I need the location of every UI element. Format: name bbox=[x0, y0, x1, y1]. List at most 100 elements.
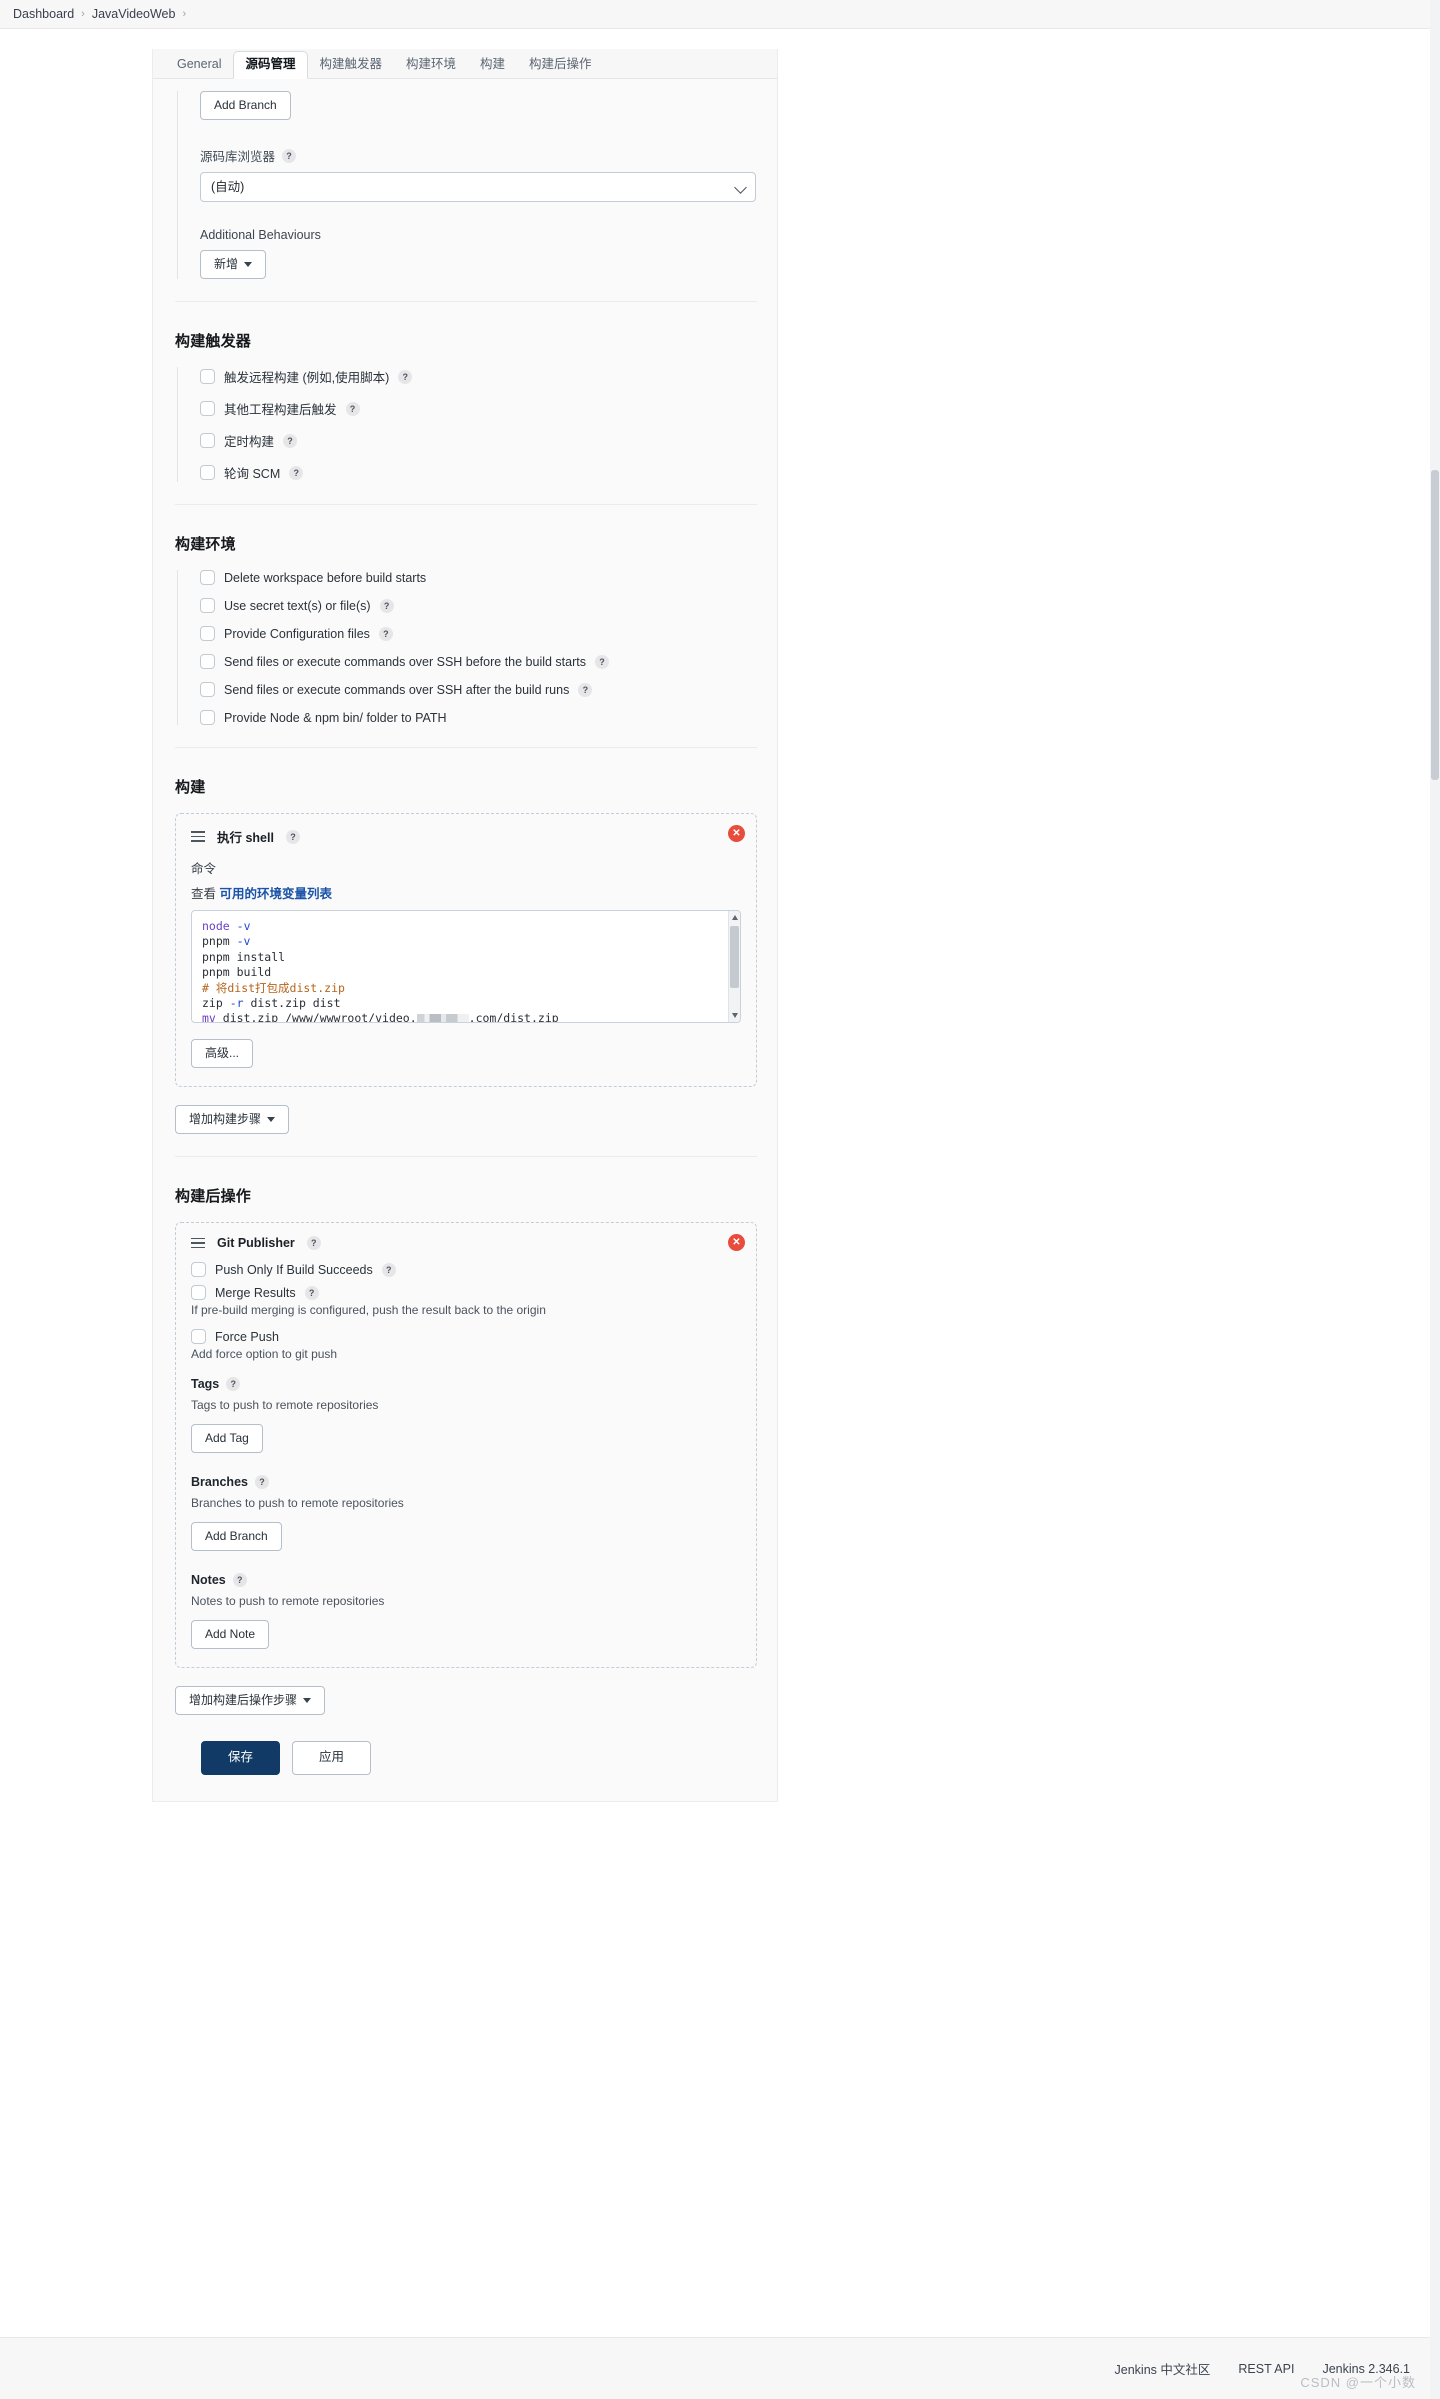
tab-build-environment[interactable]: 构建环境 bbox=[394, 51, 468, 78]
add-post-build-action-button[interactable]: 增加构建后操作步骤 bbox=[175, 1686, 326, 1715]
redacted-domain bbox=[416, 1014, 469, 1022]
page-footer: Jenkins 中文社区 REST API Jenkins 2.346.1 CS… bbox=[0, 2337, 1440, 2399]
git-publisher-row-push-if-succeeds[interactable]: Push Only If Build Succeeds ? bbox=[191, 1262, 741, 1277]
env-row-secret-text[interactable]: Use secret text(s) or file(s) ? bbox=[200, 598, 757, 613]
shell-editor-scrollbar[interactable] bbox=[728, 911, 740, 1022]
trigger-checkbox-poll-scm[interactable] bbox=[200, 465, 215, 480]
scroll-down-arrow-icon[interactable] bbox=[731, 1013, 738, 1018]
help-icon-execute-shell[interactable]: ? bbox=[285, 829, 300, 844]
tab-general[interactable]: General bbox=[165, 51, 233, 78]
git-publisher-checkbox-push-if-succeeds[interactable] bbox=[191, 1262, 206, 1277]
advanced-button[interactable]: 高级... bbox=[191, 1039, 254, 1068]
shell-script-editor[interactable]: node -v pnpm -v pnpm install pnpm build … bbox=[191, 910, 741, 1023]
tab-source-code-management[interactable]: 源码管理 bbox=[233, 51, 308, 79]
add-behaviour-button[interactable]: 新增 bbox=[200, 250, 267, 279]
page-scrollbar[interactable] bbox=[1430, 0, 1440, 2399]
notes-desc: Notes to push to remote repositories bbox=[191, 1594, 385, 1608]
git-publisher-row-merge-results[interactable]: Merge Results ? bbox=[191, 1285, 741, 1300]
save-button[interactable]: 保存 bbox=[201, 1741, 281, 1775]
git-publisher-label-merge-results: Merge Results bbox=[215, 1285, 296, 1300]
env-checkbox-node-path[interactable] bbox=[200, 710, 215, 725]
tab-build-triggers[interactable]: 构建触发器 bbox=[308, 51, 395, 78]
help-icon-push-if-succeeds[interactable]: ? bbox=[381, 1262, 396, 1277]
notes-label-row: Notes ? bbox=[191, 1573, 741, 1587]
help-icon-trigger-upstream[interactable]: ? bbox=[345, 401, 360, 416]
help-icon-env-config-files[interactable]: ? bbox=[378, 626, 393, 641]
git-publisher-desc-force-push: Add force option to git push bbox=[191, 1347, 338, 1361]
help-icon-notes[interactable]: ? bbox=[232, 1573, 247, 1587]
help-icon-repo-browser[interactable]: ? bbox=[282, 148, 297, 163]
env-checkbox-ssh-after[interactable] bbox=[200, 682, 215, 697]
apply-button[interactable]: 应用 bbox=[292, 1741, 372, 1775]
branches-desc: Branches to push to remote repositories bbox=[191, 1496, 404, 1510]
env-row-ssh-after[interactable]: Send files or execute commands over SSH … bbox=[200, 682, 757, 697]
trigger-row-timer[interactable]: 定时构建 ? bbox=[200, 431, 757, 450]
tab-build[interactable]: 构建 bbox=[468, 51, 517, 78]
caret-down-icon-post-build bbox=[303, 1698, 312, 1703]
tab-post-build-actions[interactable]: 构建后操作 bbox=[517, 51, 604, 78]
help-icon-trigger-poll-scm[interactable]: ? bbox=[289, 465, 304, 480]
help-icon-trigger-timer[interactable]: ? bbox=[283, 433, 298, 448]
trigger-row-upstream[interactable]: 其他工程构建后触发 ? bbox=[200, 399, 757, 418]
footer-link-rest-api[interactable]: REST API bbox=[1238, 2362, 1294, 2376]
env-row-config-files[interactable]: Provide Configuration files ? bbox=[200, 626, 757, 641]
env-row-delete-workspace[interactable]: Delete workspace before build starts bbox=[200, 570, 757, 585]
breadcrumb-separator-icon-2: › bbox=[182, 8, 187, 20]
env-checkbox-secret-text[interactable] bbox=[200, 598, 215, 613]
remove-build-step-icon[interactable]: ✕ bbox=[728, 825, 745, 842]
remove-post-build-step-icon[interactable]: ✕ bbox=[728, 1234, 745, 1251]
env-checkbox-config-files[interactable] bbox=[200, 626, 215, 641]
repo-browser-select[interactable]: (自动) bbox=[200, 172, 756, 202]
drag-handle-icon-git-publisher[interactable] bbox=[191, 1237, 205, 1249]
help-icon-merge-results[interactable]: ? bbox=[304, 1285, 319, 1300]
env-checkbox-delete-workspace[interactable] bbox=[200, 570, 215, 585]
help-icon-env-ssh-before[interactable]: ? bbox=[595, 654, 609, 669]
trigger-row-poll-scm[interactable]: 轮询 SCM ? bbox=[200, 463, 757, 482]
env-label-delete-workspace: Delete workspace before build starts bbox=[224, 570, 427, 585]
drag-handle-icon[interactable] bbox=[191, 831, 205, 842]
help-icon-tags[interactable]: ? bbox=[226, 1377, 241, 1391]
tags-label: Tags bbox=[191, 1377, 220, 1391]
help-icon-branches[interactable]: ? bbox=[254, 1475, 269, 1489]
page-scrollbar-thumb[interactable] bbox=[1431, 470, 1439, 780]
help-icon-git-publisher[interactable]: ? bbox=[306, 1236, 321, 1250]
config-tabbar: General 源码管理 构建触发器 构建环境 构建 构建后操作 bbox=[153, 49, 777, 79]
add-note-button[interactable]: Add Note bbox=[191, 1620, 270, 1649]
trigger-row-remote[interactable]: 触发远程构建 (例如,使用脚本) ? bbox=[200, 367, 757, 386]
trigger-checkbox-remote[interactable] bbox=[200, 369, 215, 384]
footer-link-community[interactable]: Jenkins 中文社区 bbox=[1115, 2359, 1211, 2378]
env-row-node-path[interactable]: Provide Node & npm bin/ folder to PATH bbox=[200, 710, 757, 725]
breadcrumb-item-job[interactable]: JavaVideoWeb bbox=[92, 7, 176, 21]
shell-script-content[interactable]: node -v pnpm -v pnpm install pnpm build … bbox=[192, 911, 740, 1022]
trigger-label-timer: 定时构建 bbox=[224, 435, 275, 449]
scrollbar-thumb[interactable] bbox=[730, 926, 739, 988]
git-publisher-checkbox-merge-results[interactable] bbox=[191, 1285, 206, 1300]
git-publisher-checkbox-force-push[interactable] bbox=[191, 1329, 206, 1344]
help-icon-env-ssh-after[interactable]: ? bbox=[578, 682, 593, 697]
trigger-checkbox-upstream[interactable] bbox=[200, 401, 215, 416]
add-branch-button-post-build[interactable]: Add Branch bbox=[191, 1522, 282, 1551]
git-publisher-title: Git Publisher bbox=[217, 1236, 295, 1250]
breadcrumb-item-dashboard[interactable]: Dashboard bbox=[13, 7, 74, 21]
repo-browser-label-row: 源码库浏览器 ? bbox=[200, 146, 757, 165]
post-build-step-git-publisher: ✕ Git Publisher ? Push Only If Build Suc… bbox=[175, 1222, 757, 1668]
add-branch-button[interactable]: Add Branch bbox=[200, 91, 291, 120]
add-post-build-action-label: 增加构建后操作步骤 bbox=[189, 1693, 298, 1707]
env-var-hint-prefix: 查看 bbox=[191, 887, 217, 901]
env-var-list-link[interactable]: 可用的环境变量列表 bbox=[220, 887, 333, 901]
git-publisher-row-force-push[interactable]: Force Push bbox=[191, 1329, 741, 1344]
env-label-ssh-after: Send files or execute commands over SSH … bbox=[224, 682, 570, 697]
config-form: Add Branch 源码库浏览器 ? (自动) Additional Beha… bbox=[153, 79, 777, 1801]
add-tag-button[interactable]: Add Tag bbox=[191, 1424, 263, 1453]
add-build-step-button[interactable]: 增加构建步骤 bbox=[175, 1105, 290, 1134]
env-row-ssh-before[interactable]: Send files or execute commands over SSH … bbox=[200, 654, 757, 669]
git-publisher-label-push-if-succeeds: Push Only If Build Succeeds bbox=[215, 1262, 373, 1277]
trigger-label-upstream: 其他工程构建后触发 bbox=[224, 403, 337, 417]
build-triggers-list: 触发远程构建 (例如,使用脚本) ? 其他工程构建后触发 ? 定时构建 ? 轮询… bbox=[177, 367, 757, 482]
scroll-up-arrow-icon[interactable] bbox=[731, 915, 738, 920]
help-icon-env-secret-text[interactable]: ? bbox=[379, 598, 394, 613]
trigger-checkbox-timer[interactable] bbox=[200, 433, 215, 448]
env-checkbox-ssh-before[interactable] bbox=[200, 654, 215, 669]
command-label: 命令 bbox=[191, 862, 217, 876]
help-icon-trigger-remote[interactable]: ? bbox=[398, 369, 413, 384]
